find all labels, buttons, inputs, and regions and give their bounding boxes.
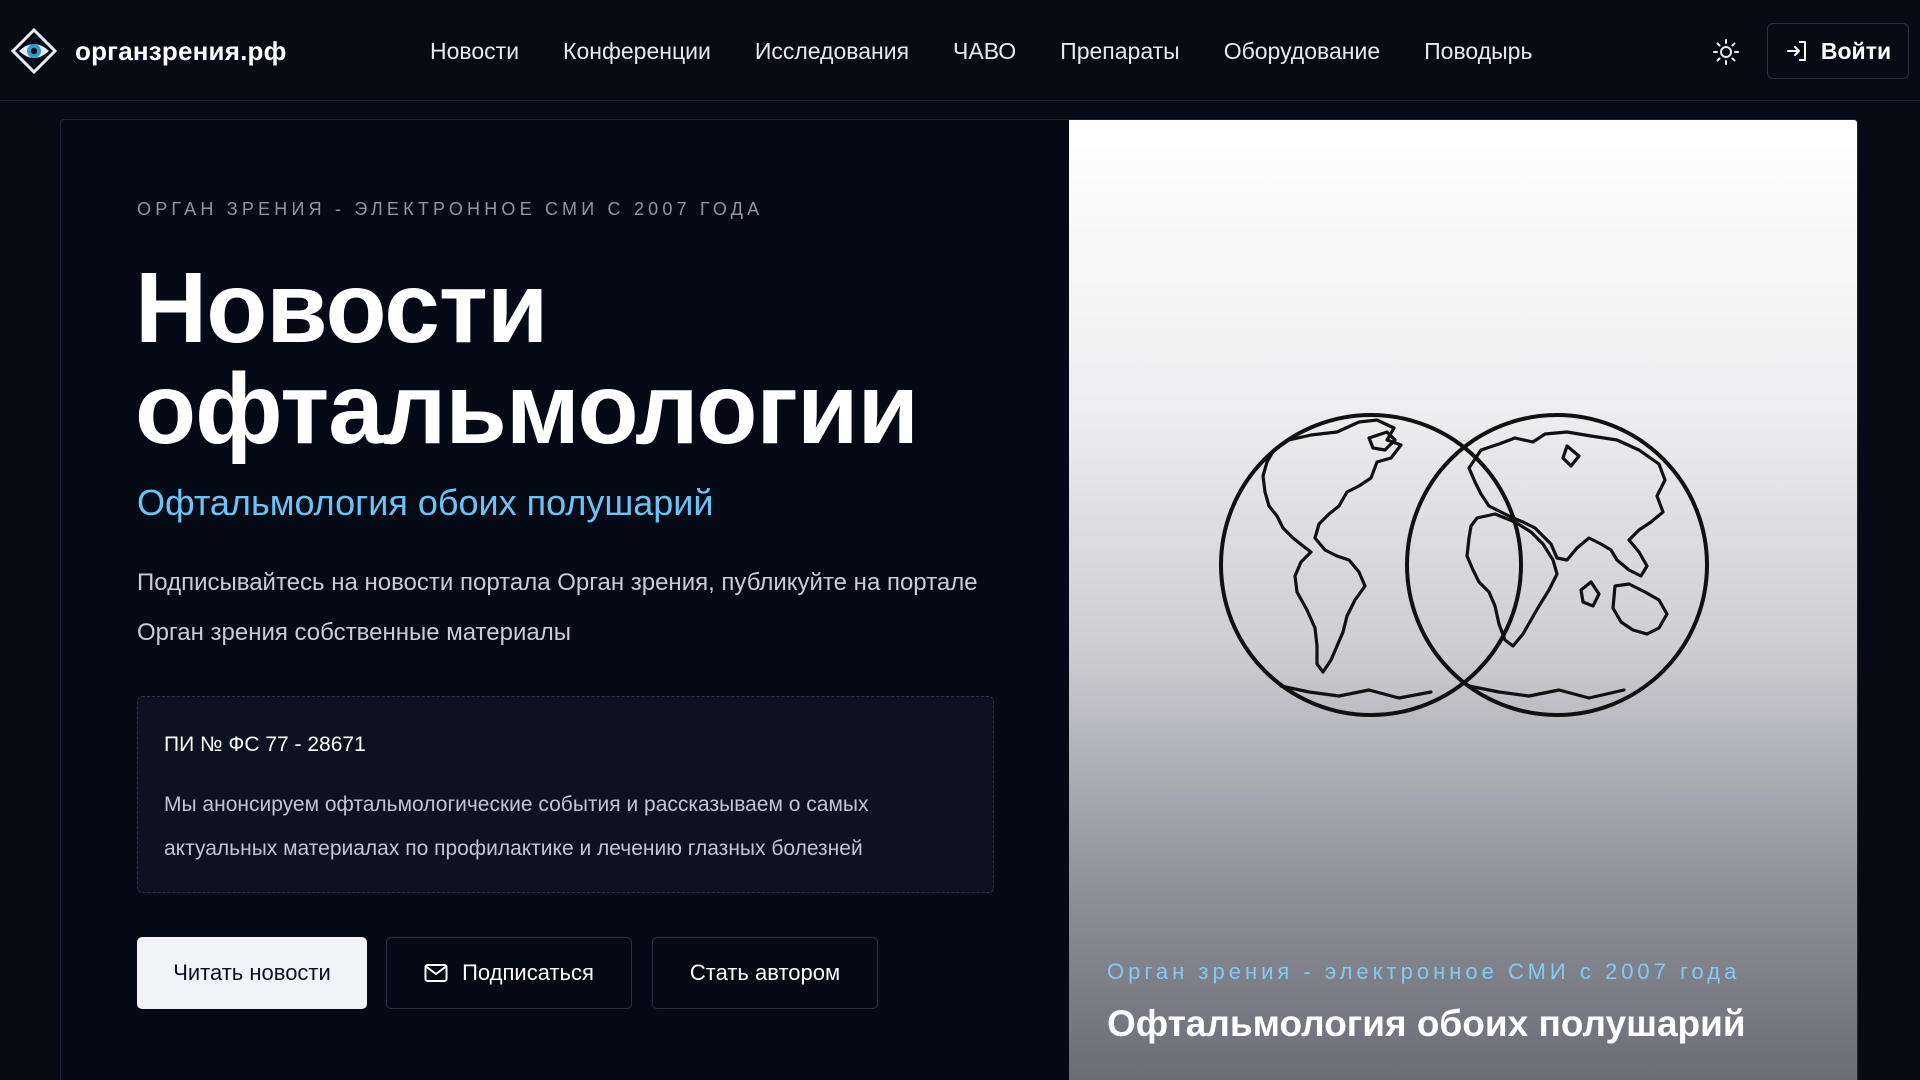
hero-headline-line1: Новости xyxy=(135,252,548,364)
main-nav: Новости Конференции Исследования ЧАВО Пр… xyxy=(430,38,1576,65)
registration-info-box: ПИ № ФС 77 - 28671 Мы анонсируем офтальм… xyxy=(137,696,994,893)
nav-item-conferences[interactable]: Конференции xyxy=(563,38,711,65)
nav-item-news[interactable]: Новости xyxy=(430,38,519,65)
subscribe-button[interactable]: Подписаться xyxy=(386,937,632,1009)
image-caption-title: Офтальмология обоих полушарий xyxy=(1107,1003,1746,1044)
nav-item-research[interactable]: Исследования xyxy=(755,38,909,65)
site-header: органзрения.рф Новости Конференции Иссле… xyxy=(0,0,1920,101)
image-caption-eyebrow: Орган зрения - электронное СМИ с 2007 го… xyxy=(1107,959,1741,984)
eye-logo-icon[interactable] xyxy=(10,27,58,75)
hero-headline-line2: офтальмологии xyxy=(135,353,919,465)
read-news-button[interactable]: Читать новости xyxy=(137,937,367,1009)
hero-subhead: Офтальмология обоих полушарий xyxy=(137,482,714,523)
hero-lead: Подписывайтесь на новости портала Орган … xyxy=(137,569,978,646)
registration-description: Мы анонсируем офтальмологические события… xyxy=(164,793,869,860)
registration-number: ПИ № ФС 77 - 28671 xyxy=(164,733,366,756)
nav-item-guide[interactable]: Поводырь xyxy=(1424,38,1532,65)
sun-icon[interactable] xyxy=(1712,38,1740,66)
hero-image-panel: Орган зрения - электронное СМИ с 2007 го… xyxy=(1069,120,1857,1080)
login-label: Войти xyxy=(1820,37,1892,64)
subscribe-label: Подписаться xyxy=(462,960,594,985)
nav-item-faq[interactable]: ЧАВО xyxy=(953,38,1016,65)
hero-card: ОРГАН ЗРЕНИЯ - ЭЛЕКТРОННОЕ СМИ С 2007 ГО… xyxy=(60,119,1858,1080)
mail-icon xyxy=(424,964,448,982)
two-hemispheres-globe-icon xyxy=(1219,413,1709,717)
nav-item-drugs[interactable]: Препараты xyxy=(1060,38,1180,65)
brand-name[interactable]: органзрения.рф xyxy=(75,36,287,67)
login-button[interactable]: Войти xyxy=(1767,23,1909,79)
nav-item-equipment[interactable]: Оборудование xyxy=(1224,38,1380,65)
sign-in-icon xyxy=(1786,41,1806,61)
become-author-button[interactable]: Стать автором xyxy=(652,937,878,1009)
hero-eyebrow: ОРГАН ЗРЕНИЯ - ЭЛЕКТРОННОЕ СМИ С 2007 ГО… xyxy=(137,199,764,219)
hero-headline: Новости офтальмологии xyxy=(135,258,1035,460)
